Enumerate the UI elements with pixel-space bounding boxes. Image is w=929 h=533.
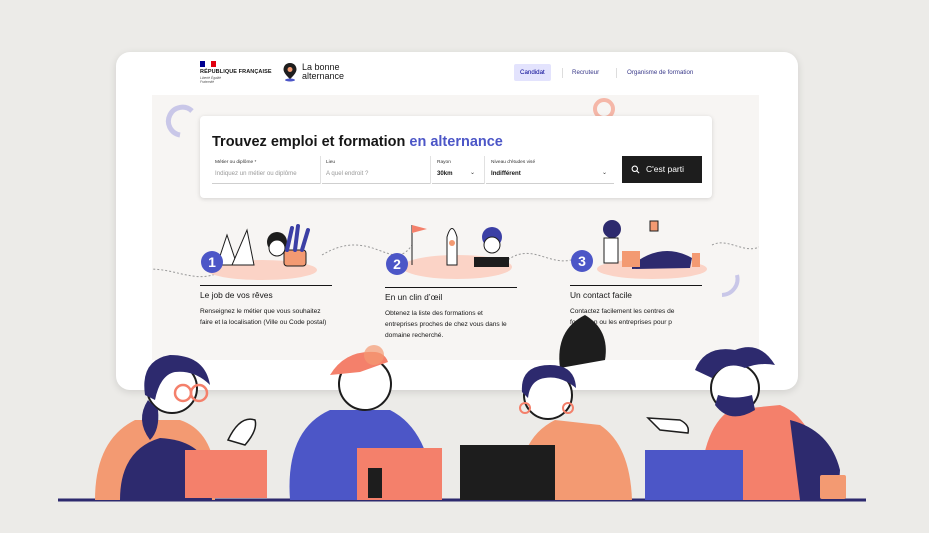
step-divider: [200, 285, 332, 286]
job-field-label: Métier ou diplôme *: [215, 160, 257, 165]
brand-name: La bonne alternance: [302, 62, 345, 81]
search-submit-label: C'est parti: [646, 164, 684, 174]
nav-separator: [562, 68, 563, 78]
headline-accent: en alternance: [409, 134, 503, 150]
step-1-title: Le job de vos rêves: [200, 290, 273, 300]
step-2-text: Obtenez la liste des formations et entre…: [385, 310, 507, 340]
radius-value[interactable]: 30km: [437, 170, 453, 177]
field-underline: [212, 183, 320, 184]
job-field-placeholder[interactable]: Indiquez un métier ou diplôme: [215, 170, 297, 177]
level-label: Niveau d'études visé: [491, 160, 536, 165]
step-1-badge: 1: [201, 251, 223, 273]
search-icon: [631, 156, 640, 185]
step-3-illustration: [597, 220, 707, 279]
field-underline: [486, 183, 614, 184]
browser-window: RÉPUBLIQUE FRANÇAISE Liberté Égalité Fra…: [116, 52, 798, 390]
radius-select[interactable]: Rayon 30km ⌄: [432, 156, 485, 184]
location-pin-icon: [283, 63, 297, 82]
step-2-title: En un clin d’œil: [385, 292, 443, 302]
hero-illustration-frame: RÉPUBLIQUE FRANÇAISE Liberté Égalité Fra…: [0, 0, 929, 533]
step-divider: [570, 285, 702, 286]
level-select[interactable]: Niveau d'études visé Indifférent ⌄: [486, 156, 614, 184]
step-3-text: Contactez facilement les centres de form…: [570, 308, 675, 327]
gov-title: RÉPUBLIQUE FRANÇAISE: [200, 69, 272, 75]
nav-recruteur[interactable]: Recruteur: [566, 64, 605, 81]
flag-logo: [200, 61, 216, 67]
place-field[interactable]: Lieu A quel endroit ?: [322, 156, 431, 184]
page-title: Trouvez emploi et formation en alternanc…: [212, 134, 503, 150]
nav-separator: [616, 68, 617, 78]
step-3-badge: 3: [571, 250, 593, 272]
search-form: Trouvez emploi et formation en alternanc…: [200, 116, 712, 198]
gov-motto: Liberté Égalité Fraternité: [200, 76, 222, 84]
headline-text: Trouvez emploi et formation: [212, 134, 406, 150]
job-field[interactable]: Métier ou diplôme * Indiquez un métier o…: [212, 156, 321, 184]
place-field-label: Lieu: [326, 160, 336, 165]
chevron-down-icon: ⌄: [470, 170, 476, 176]
place-field-placeholder[interactable]: A quel endroit ?: [326, 170, 368, 177]
step-2-badge: 2: [386, 253, 408, 275]
field-underline: [432, 183, 484, 184]
step-1-text: Renseignez le métier que vous souhaitez …: [200, 308, 327, 327]
level-value[interactable]: Indifférent: [491, 170, 521, 177]
search-submit-button[interactable]: C'est parti: [622, 156, 702, 183]
field-underline: [322, 183, 430, 184]
step-divider: [385, 287, 517, 288]
nav-candidat[interactable]: Candidat: [514, 64, 551, 81]
nav-organisme[interactable]: Organisme de formation: [621, 64, 699, 81]
step-3-title: Un contact facile: [570, 290, 632, 300]
chevron-down-icon: ⌄: [602, 170, 608, 176]
site-header: RÉPUBLIQUE FRANÇAISE Liberté Égalité Fra…: [116, 52, 798, 94]
radius-label: Rayon: [437, 160, 451, 165]
